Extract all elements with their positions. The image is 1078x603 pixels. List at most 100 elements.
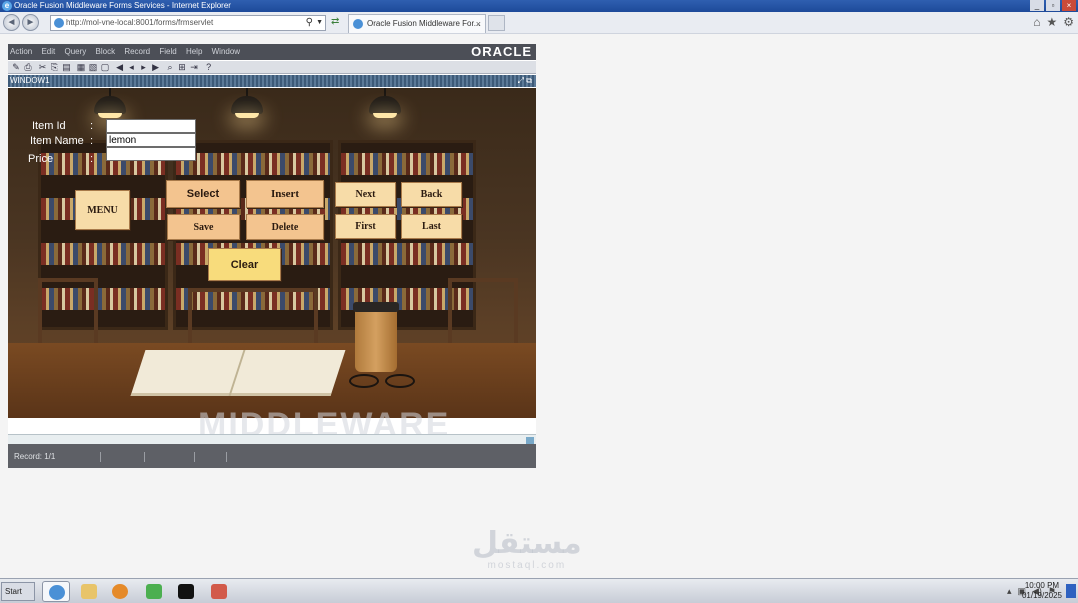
browser-title-bar: e Oracle Fusion Middleware Forms Service…	[0, 0, 1078, 12]
exit-tool-icon[interactable]: ⇥	[189, 61, 199, 73]
media-player-icon	[112, 584, 128, 599]
search-icon[interactable]: ⚲	[306, 16, 313, 30]
taskbar-java[interactable]	[205, 581, 233, 602]
tools-gear-icon[interactable]: ⚙	[1063, 15, 1074, 29]
item-id-colon: :	[90, 120, 94, 132]
refresh-icon[interactable]: ⇄	[331, 16, 339, 27]
chair	[188, 288, 318, 348]
print-tool-icon[interactable]: ⎙	[23, 61, 33, 73]
next-button[interactable]: Next	[335, 182, 396, 207]
browser-tab[interactable]: Oracle Fusion Middleware For... ×	[348, 14, 486, 33]
taskbar-cmd[interactable]	[172, 581, 200, 602]
item-id-input[interactable]	[106, 119, 196, 133]
home-icon[interactable]: ⌂	[1033, 15, 1040, 29]
window-resize-icon[interactable]: ⤢ ⧉	[518, 75, 532, 87]
start-button[interactable]: Start	[1, 582, 35, 601]
delete-button[interactable]: Delete	[246, 214, 324, 240]
back-nav-button[interactable]: ◄	[3, 14, 20, 31]
save-tool-icon[interactable]: ✎	[11, 61, 21, 73]
favorites-star-icon[interactable]: ★	[1046, 15, 1057, 29]
mostaql-arabic: مستقل	[472, 526, 582, 561]
menu-help[interactable]: Help	[186, 47, 202, 56]
clock[interactable]: 10:00 PM 01/19/2025	[1022, 581, 1062, 601]
back-button[interactable]: Back	[401, 182, 462, 207]
window-title: Oracle Fusion Middleware Forms Services …	[14, 1, 231, 10]
pendant-lamp	[369, 96, 401, 118]
copy-tool-icon[interactable]: ⎘	[50, 61, 60, 73]
terminal-icon	[178, 584, 194, 599]
execute-query-icon[interactable]: ⊞	[177, 61, 187, 73]
price-label: Price	[28, 153, 54, 165]
taskbar-ie[interactable]	[42, 581, 70, 602]
pendant-lamp	[94, 96, 126, 118]
menu-block[interactable]: Block	[96, 47, 116, 56]
eyeglasses	[343, 374, 423, 390]
new-tab-button[interactable]	[488, 15, 505, 31]
item-name-input[interactable]	[106, 133, 196, 147]
menu-field[interactable]: Field	[159, 47, 176, 56]
maximize-button[interactable]: ▫	[1046, 0, 1060, 11]
tab-close-icon[interactable]: ×	[476, 15, 481, 33]
open-book	[130, 350, 346, 396]
tab-page-icon	[353, 19, 363, 29]
address-url: http://mol-vne-local:8001/forms/frmservl…	[66, 18, 214, 27]
cut-tool-icon[interactable]: ✂	[38, 61, 48, 73]
next-record-icon[interactable]: ▸	[139, 61, 149, 73]
prev-record-icon[interactable]: ◂	[127, 61, 137, 73]
clear-record-icon[interactable]: ▢	[100, 61, 110, 73]
show-desktop-button[interactable]	[1066, 584, 1076, 598]
price-input[interactable]	[106, 147, 196, 161]
first-button[interactable]: First	[335, 214, 396, 239]
forms-applet: Action Edit Query Block Record Field Hel…	[8, 44, 536, 468]
taskbar-media[interactable]	[106, 581, 134, 602]
window-label: WINDOW1	[10, 76, 50, 85]
close-button[interactable]: ×	[1062, 0, 1076, 11]
tray-arrow-icon[interactable]: ▴	[1007, 581, 1012, 602]
help-icon[interactable]: ?	[204, 61, 214, 73]
chevron-down-icon[interactable]: ▼	[316, 16, 323, 30]
folder-icon	[81, 584, 97, 599]
taskbar: Start ▴ ▣ ◀) ⚑ 10:00 PM 01/19/2025	[0, 578, 1078, 603]
form-window-strip: WINDOW1 ⤢ ⧉	[8, 75, 536, 87]
mostaql-watermark: مستقل mostaql.com	[472, 526, 582, 572]
price-colon: :	[90, 153, 94, 165]
menu-query[interactable]: Query	[65, 47, 87, 56]
query-tool-icon[interactable]: ⌕	[165, 61, 175, 73]
menu-edit[interactable]: Edit	[41, 47, 55, 56]
address-bar[interactable]: http://mol-vne-local:8001/forms/frmservl…	[50, 15, 326, 31]
paste-tool-icon[interactable]: ▤	[62, 61, 72, 73]
ie-taskbar-icon	[49, 585, 65, 600]
insert-button[interactable]: Insert	[246, 180, 324, 208]
pendant-lamp	[231, 96, 263, 118]
save-button[interactable]: Save	[167, 214, 240, 240]
clock-time: 10:00 PM	[1024, 581, 1060, 590]
forward-nav-button[interactable]: ►	[22, 14, 39, 31]
coffee-cup	[353, 302, 399, 372]
menu-record[interactable]: Record	[124, 47, 150, 56]
insert-record-icon[interactable]: ▦	[76, 61, 86, 73]
delete-record-icon[interactable]: ▧	[88, 61, 98, 73]
forms-toolbar: ✎ ⎙ ✂ ⎘ ▤ ▦ ▧ ▢ ◀ ◂ ▸ ▶ ⌕ ⊞ ⇥ ?	[8, 61, 536, 74]
item-name-colon: :	[90, 135, 94, 147]
page-icon	[54, 18, 64, 28]
clock-date: 01/19/2025	[1021, 591, 1062, 600]
forms-menu-bar: Action Edit Query Block Record Field Hel…	[8, 44, 536, 60]
form-canvas: Item Id : Item Name : Price : MENU Selec…	[8, 88, 536, 418]
oracle-logo: ORACLE	[471, 44, 532, 59]
first-record-icon[interactable]: ◀	[115, 61, 125, 73]
menu-button[interactable]: MENU	[75, 190, 130, 230]
download-icon	[146, 584, 162, 599]
taskbar-download[interactable]	[140, 581, 168, 602]
clear-button[interactable]: Clear	[208, 248, 281, 281]
last-record-icon[interactable]: ▶	[151, 61, 161, 73]
browser-toolbar: ◄ ► http://mol-vne-local:8001/forms/frms…	[0, 12, 1078, 34]
menu-window[interactable]: Window	[212, 47, 240, 56]
ie-logo-icon: e	[2, 1, 12, 11]
mostaql-latin: mostaql.com	[487, 560, 567, 571]
menu-action[interactable]: Action	[10, 47, 32, 56]
select-button[interactable]: Select	[166, 180, 240, 208]
last-button[interactable]: Last	[401, 214, 462, 239]
minimize-button[interactable]: _	[1030, 0, 1044, 11]
record-count: Record: 1/1	[14, 452, 56, 461]
taskbar-explorer[interactable]	[75, 581, 103, 602]
